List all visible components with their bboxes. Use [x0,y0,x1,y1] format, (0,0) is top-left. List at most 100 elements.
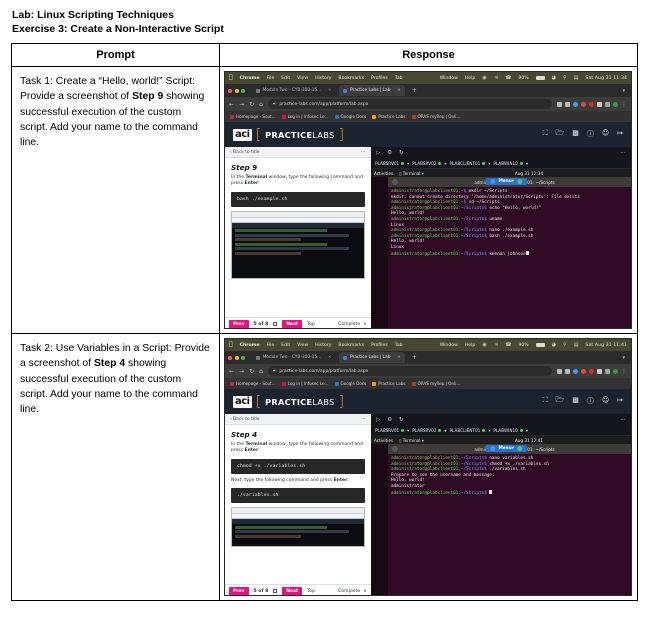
forward-arrow-icon[interactable]: → [239,101,244,108]
code-block-1[interactable]: bash ./example.sh [231,191,365,207]
browser-tab-practice-labs[interactable]: Practice Labs | Lab × [339,85,405,96]
spotlight-search-icon[interactable]: ⚲ [563,75,567,81]
prev-button[interactable]: Prev [229,319,249,328]
chrome-menu-icon[interactable]: ⋮ [621,101,627,108]
logout-icon[interactable]: ↦ [617,129,623,140]
back-to-title-bar[interactable]: ‹ Back to title ⋯ [225,414,371,425]
app-menu-terminal[interactable]: ▯ Terminal ▾ [399,171,424,176]
menu-item-file[interactable]: File [267,76,275,81]
vm-tab-plabsrv01[interactable]: PLABSRV01 [375,428,405,433]
maximize-window-button[interactable] [241,88,245,93]
practicelabs-logo[interactable]: aci [ PRACTICELABS ] [233,128,344,142]
bookmark-star-icon[interactable] [565,101,570,107]
gnome-clock[interactable]: Aug 31 12:34 [515,171,543,176]
bookmark-homepage[interactable]: Homepage - Sout... [230,114,276,119]
terminal-output-2[interactable]: administrator@plabclient01:~/Scripts$ na… [388,454,631,595]
close-icon[interactable]: × [363,589,367,594]
tab-close-icon[interactable]: × [324,88,332,93]
menu-item-bookmarks[interactable]: Bookmarks [338,76,364,81]
menu-item-edit[interactable]: Edit [281,76,290,81]
restart-icon[interactable]: ↻ [399,150,404,156]
top-button[interactable]: Top [307,589,315,594]
menu-item-help[interactable]: Help [465,343,475,348]
fullscreen-icon[interactable]: ⛶ [543,129,548,140]
vm-tab-plabsrv02[interactable]: PLABSRV02 [412,428,442,433]
maximize-window-button[interactable] [241,355,245,360]
activities-button[interactable]: Activities [374,171,393,176]
vm-options-icon[interactable]: ⋯ [620,417,626,423]
share-icon[interactable] [557,368,562,374]
bluetooth-icon[interactable]: ♃ [494,75,498,81]
code-block-2[interactable]: ./variables.sh [231,488,365,504]
menu-item-profiles[interactable]: Profiles [371,76,388,81]
activities-button[interactable]: Activities [374,438,393,443]
extension-icon-adobe[interactable] [589,101,594,107]
bookmark-oras[interactable]: ORAS myRep | Onli... [411,381,460,386]
chevron-down-icon[interactable]: ▾ [407,428,409,433]
address-bar[interactable]: ⎆ practice-labs.com/app/platform/lab.asp… [267,99,552,109]
fullscreen-icon[interactable]: ⛶ [543,396,548,407]
screen-mirror-icon[interactable]: ◉ [482,75,486,81]
window-controls[interactable] [228,355,248,360]
profile-avatar-icon[interactable] [605,101,610,107]
vm-tab-plabwin10[interactable]: PLABWIN10 [493,161,523,166]
reload-icon[interactable]: ↻ [249,101,254,108]
chevron-down-icon[interactable]: ▾ [622,88,628,94]
gnome-clock[interactable]: Aug 31 12:41 [515,438,543,443]
forward-arrow-icon[interactable]: → [239,368,244,375]
home-icon[interactable]: ⌂ [259,368,263,375]
step-thumbnail-image[interactable] [231,507,365,548]
browser-tab-module-two[interactable]: Module Two - CYB-300-15... × [252,85,335,96]
chart-icon[interactable]: ▩ [572,129,579,140]
account-avatar[interactable] [613,101,618,107]
battery-icon[interactable] [535,75,545,81]
chevron-down-icon[interactable]: ▾ [488,428,490,433]
extension-icon-blue[interactable] [573,101,578,107]
settings-gear-icon[interactable]: ⚙ [387,417,392,423]
home-icon[interactable]: ⌂ [259,101,263,108]
menu-item-bookmarks[interactable]: Bookmarks [338,343,364,348]
chrome-menu-icon[interactable]: ⋮ [621,368,627,375]
phone-icon[interactable]: ☎ [505,75,511,81]
share-icon[interactable] [557,101,562,107]
bookmark-oras[interactable]: ORAS myRep | Onli... [411,114,460,119]
wifi-icon[interactable]: ◕ [552,75,556,81]
profile-avatar-icon[interactable] [605,368,610,374]
bookmark-homepage[interactable]: Homepage - Sout... [230,381,276,386]
tab-close-icon[interactable]: × [324,355,332,360]
help-icon[interactable]: ⓘ [587,396,594,407]
terminal-menu-button[interactable] [392,179,398,185]
bluetooth-icon[interactable]: ♃ [494,342,498,348]
extension-icon-adobe[interactable] [589,368,594,374]
extension-icon-red[interactable] [581,368,586,374]
minimize-window-button[interactable] [234,88,239,93]
close-icon[interactable]: × [363,322,367,327]
chart-icon[interactable]: ▩ [572,396,579,407]
bookmark-star-icon[interactable] [565,368,570,374]
back-to-title-bar[interactable]: ‹ Back to title ⋯ [225,147,371,158]
step-list-icon[interactable] [273,322,278,326]
folder-icon[interactable]: 🗁 [556,396,565,407]
menu-item-chrome[interactable]: Chrome [240,343,260,348]
close-window-button[interactable] [228,355,232,360]
chevron-down-icon[interactable]: ▾ [488,161,490,166]
site-info-icon[interactable]: ⎆ [273,368,277,374]
pane-options-icon[interactable]: ⋯ [361,150,366,155]
menu-item-window[interactable]: Window [440,343,458,348]
menu-item-help[interactable]: Help [465,76,475,81]
vm-tab-plabsrv01[interactable]: PLABSRV01 [375,161,405,166]
help-icon[interactable]: ⓘ [587,129,594,140]
practicelabs-menu-overlay[interactable]: Menu▾ [485,445,527,452]
app-menu-terminal[interactable]: ▯ Terminal ▾ [399,438,424,443]
menu-item-history[interactable]: History [315,343,331,348]
apple-logo-icon[interactable]:  [229,75,233,81]
bookmark-practice-labs[interactable]: Practice Labs [372,381,406,386]
chevron-down-icon[interactable]: ▾ [526,161,528,166]
logout-icon[interactable]: ↦ [617,396,623,407]
menu-item-view[interactable]: View [297,343,308,348]
tab-close-icon[interactable]: × [393,88,401,93]
control-center-icon[interactable]: ▤ [574,75,579,81]
bookmark-practice-labs[interactable]: Practice Labs [372,114,406,119]
menu-item-file[interactable]: File [267,343,275,348]
extensions-puzzle-icon[interactable] [597,368,602,374]
